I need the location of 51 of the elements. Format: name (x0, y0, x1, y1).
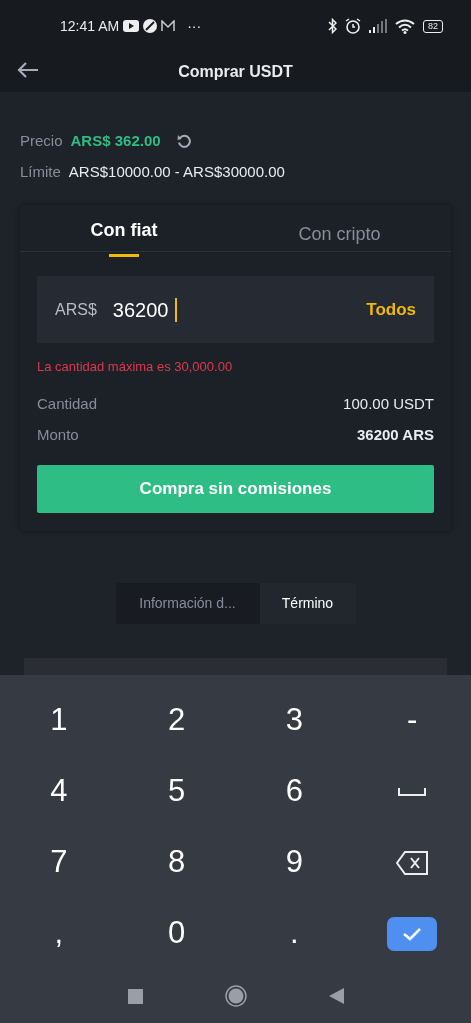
more-notifications: ··· (187, 16, 202, 36)
tab-indicator (109, 254, 139, 257)
tab[interactable]: Con fiat (20, 205, 228, 251)
keyboard-key[interactable]: 8 (162, 838, 192, 887)
video-app-icon (123, 20, 140, 32)
back-icon[interactable] (328, 988, 344, 1004)
keyboard-key[interactable]: 3 (279, 696, 309, 745)
keyboard-key[interactable]: , (48, 909, 70, 958)
keyboard-key[interactable]: . (284, 909, 305, 958)
limit-label: Límite (20, 161, 61, 182)
tab[interactable]: Con cripto (228, 205, 451, 251)
summary-label: Monto (37, 424, 79, 445)
back-arrow-icon[interactable] (16, 60, 40, 80)
price-value: ARS$ 362.00 (70, 131, 161, 151)
done-key[interactable] (387, 916, 438, 951)
summary-label: Cantidad (37, 393, 98, 414)
refresh-icon[interactable] (176, 134, 191, 149)
checkmark-icon (402, 926, 423, 941)
error-message: La cantidad máxima es 30,000.00 (37, 358, 234, 376)
price-label: Precio (20, 131, 63, 151)
signal-icon (369, 19, 387, 33)
keyboard-key[interactable]: 1 (44, 696, 74, 745)
backspace-icon[interactable] (396, 850, 429, 875)
wifi-icon (395, 18, 415, 34)
bluetooth-icon (328, 18, 337, 34)
segment-tab[interactable]: Término (259, 582, 356, 624)
segment-tab[interactable]: Información d... (115, 582, 260, 624)
keyboard-key[interactable]: 5 (162, 767, 192, 816)
home-icon[interactable] (224, 985, 247, 1007)
amount-input[interactable]: 36200 (112, 294, 175, 325)
keyboard-key[interactable]: 2 (162, 696, 192, 745)
text-cursor (174, 297, 177, 322)
blocked-icon (143, 19, 158, 33)
summary-value: 100.00 USDT (343, 393, 434, 414)
max-amount-link[interactable]: Todos (366, 296, 416, 323)
alarm-icon (345, 18, 361, 34)
clock: 12:41 AM (60, 16, 120, 36)
battery-indicator: 82 (423, 19, 443, 33)
mail-icon (161, 20, 176, 32)
currency-label: ARS$ (55, 299, 97, 320)
summary-value: 36200 ARS (357, 424, 434, 445)
space-key-icon[interactable] (398, 786, 427, 797)
keyboard-key[interactable]: - (400, 696, 424, 745)
limit-value: ARS$10000.00 - ARS$30000.00 (68, 161, 285, 182)
keyboard-key[interactable]: 7 (44, 838, 74, 887)
keyboard-key[interactable]: 4 (44, 767, 74, 816)
keyboard-key[interactable]: 6 (279, 767, 309, 816)
keyboard-key[interactable]: 9 (279, 838, 309, 887)
page-title: Comprar USDT (178, 62, 293, 82)
recents-icon[interactable] (127, 988, 143, 1004)
keyboard-key[interactable]: 0 (162, 909, 192, 958)
